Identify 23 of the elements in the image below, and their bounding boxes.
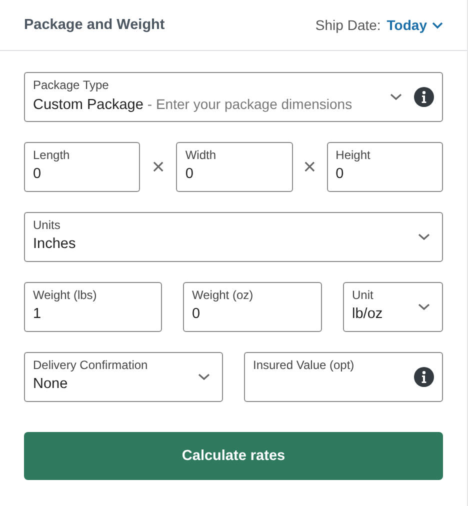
calculate-rates-button[interactable]: Calculate rates (24, 432, 443, 480)
info-icon[interactable] (414, 87, 434, 107)
select-field[interactable]: Units Inches (24, 212, 443, 262)
section-title: Package and Weight (24, 17, 165, 33)
input-field[interactable]: Insured Value (opt) (244, 352, 443, 402)
chevron-down-icon (390, 93, 402, 101)
select-field[interactable]: Unit lb/oz (343, 282, 443, 332)
select-field[interactable]: Package Type Custom Package - Enter your package dimensions (24, 72, 443, 122)
ship-date-label: Ship Date: (315, 17, 381, 33)
chevron-down-icon (198, 373, 210, 381)
input-field[interactable]: Length 0 (24, 142, 140, 192)
ship-date-dropdown[interactable]: Today (386, 17, 443, 33)
chevron-down-icon (418, 233, 430, 241)
select-field[interactable]: Delivery Confirmation None (24, 352, 223, 402)
input-field[interactable]: Weight (oz) 0 (183, 282, 322, 332)
chevron-down-icon (418, 303, 430, 311)
input-field[interactable]: Weight (lbs) 1 (24, 282, 162, 332)
info-icon[interactable] (414, 367, 434, 387)
input-field[interactable]: Width 0 (176, 142, 293, 192)
multiply-sign: × (302, 153, 318, 181)
input-field[interactable]: Height 0 (326, 142, 443, 192)
chevron-down-icon (432, 22, 443, 28)
multiply-sign: × (150, 153, 166, 181)
